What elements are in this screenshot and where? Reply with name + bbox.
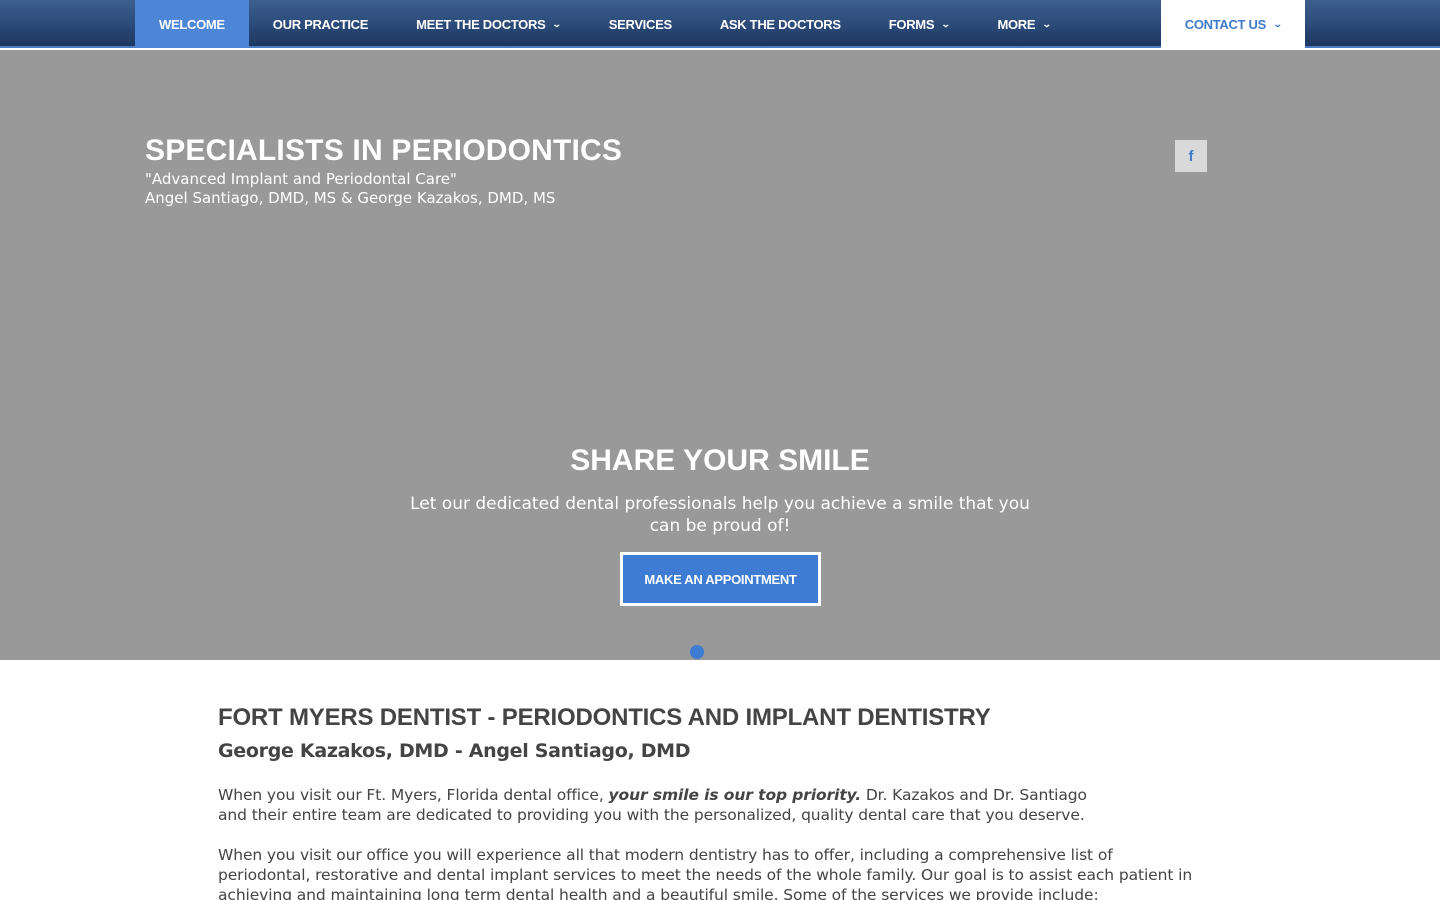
facebook-icon[interactable]: f — [1175, 140, 1207, 172]
nav-item-meet-the-doctors[interactable]: MEET THE DOCTORS ⌄ — [392, 0, 585, 48]
intro-emphasis: your smile is our top priority. — [608, 786, 862, 804]
nav-item-welcome[interactable]: WELCOME — [135, 0, 249, 48]
slide-text: Let our dedicated dental professionals h… — [410, 494, 1030, 536]
nav-item-label: MORE — [997, 16, 1036, 32]
services-paragraph: When you visit our office you will exper… — [218, 846, 1193, 900]
intro-paragraph: When you visit our Ft. Myers, Florida de… — [218, 785, 1088, 825]
hero-banner: SPECIALISTS IN PERIODONTICS "Advanced Im… — [0, 50, 1440, 660]
hero-title: SPECIALISTS IN PERIODONTICS — [145, 134, 623, 167]
hero-tagline: "Advanced Implant and Periodontal Care" — [145, 170, 457, 188]
intro-text: When you visit our Ft. Myers, Florida de… — [218, 786, 609, 804]
main-navigation: WELCOME OUR PRACTICE MEET THE DOCTORS ⌄ S… — [0, 0, 1440, 48]
nav-menu: WELCOME OUR PRACTICE MEET THE DOCTORS ⌄ S… — [135, 0, 1075, 48]
slide-title: SHARE YOUR SMILE — [570, 444, 870, 477]
nav-item-contact-us[interactable]: CONTACT US ⌄ — [1161, 0, 1305, 48]
nav-item-our-practice[interactable]: OUR PRACTICE — [249, 0, 392, 48]
chevron-down-icon: ⌄ — [941, 18, 951, 29]
slide-indicator-dot[interactable] — [690, 645, 704, 659]
nav-item-forms[interactable]: FORMS ⌄ — [865, 0, 974, 48]
make-appointment-button[interactable]: MAKE AN APPOINTMENT — [620, 552, 821, 606]
chevron-down-icon: ⌄ — [1042, 18, 1052, 29]
chevron-down-icon: ⌄ — [552, 18, 562, 29]
nav-item-label: ASK THE DOCTORS — [719, 16, 841, 32]
nav-item-label: OUR PRACTICE — [272, 16, 369, 32]
page-heading: FORT MYERS DENTIST - PERIODONTICS AND IM… — [218, 704, 991, 731]
nav-item-label: FORMS — [888, 16, 935, 32]
facebook-glyph: f — [1188, 147, 1194, 165]
nav-item-label: SERVICES — [608, 16, 672, 32]
page-subheading: George Kazakos, DMD - Angel Santiago, DM… — [218, 740, 691, 762]
hero-doctors: Angel Santiago, DMD, MS & George Kazakos… — [145, 189, 556, 207]
nav-item-label: MEET THE DOCTORS — [416, 16, 546, 32]
nav-item-more[interactable]: MORE ⌄ — [973, 0, 1074, 48]
nav-item-label: WELCOME — [159, 16, 225, 32]
nav-item-label: CONTACT US — [1184, 16, 1267, 32]
chevron-down-icon: ⌄ — [1272, 18, 1283, 29]
nav-item-services[interactable]: SERVICES — [585, 0, 696, 48]
nav-item-ask-the-doctors[interactable]: ASK THE DOCTORS — [696, 0, 865, 48]
